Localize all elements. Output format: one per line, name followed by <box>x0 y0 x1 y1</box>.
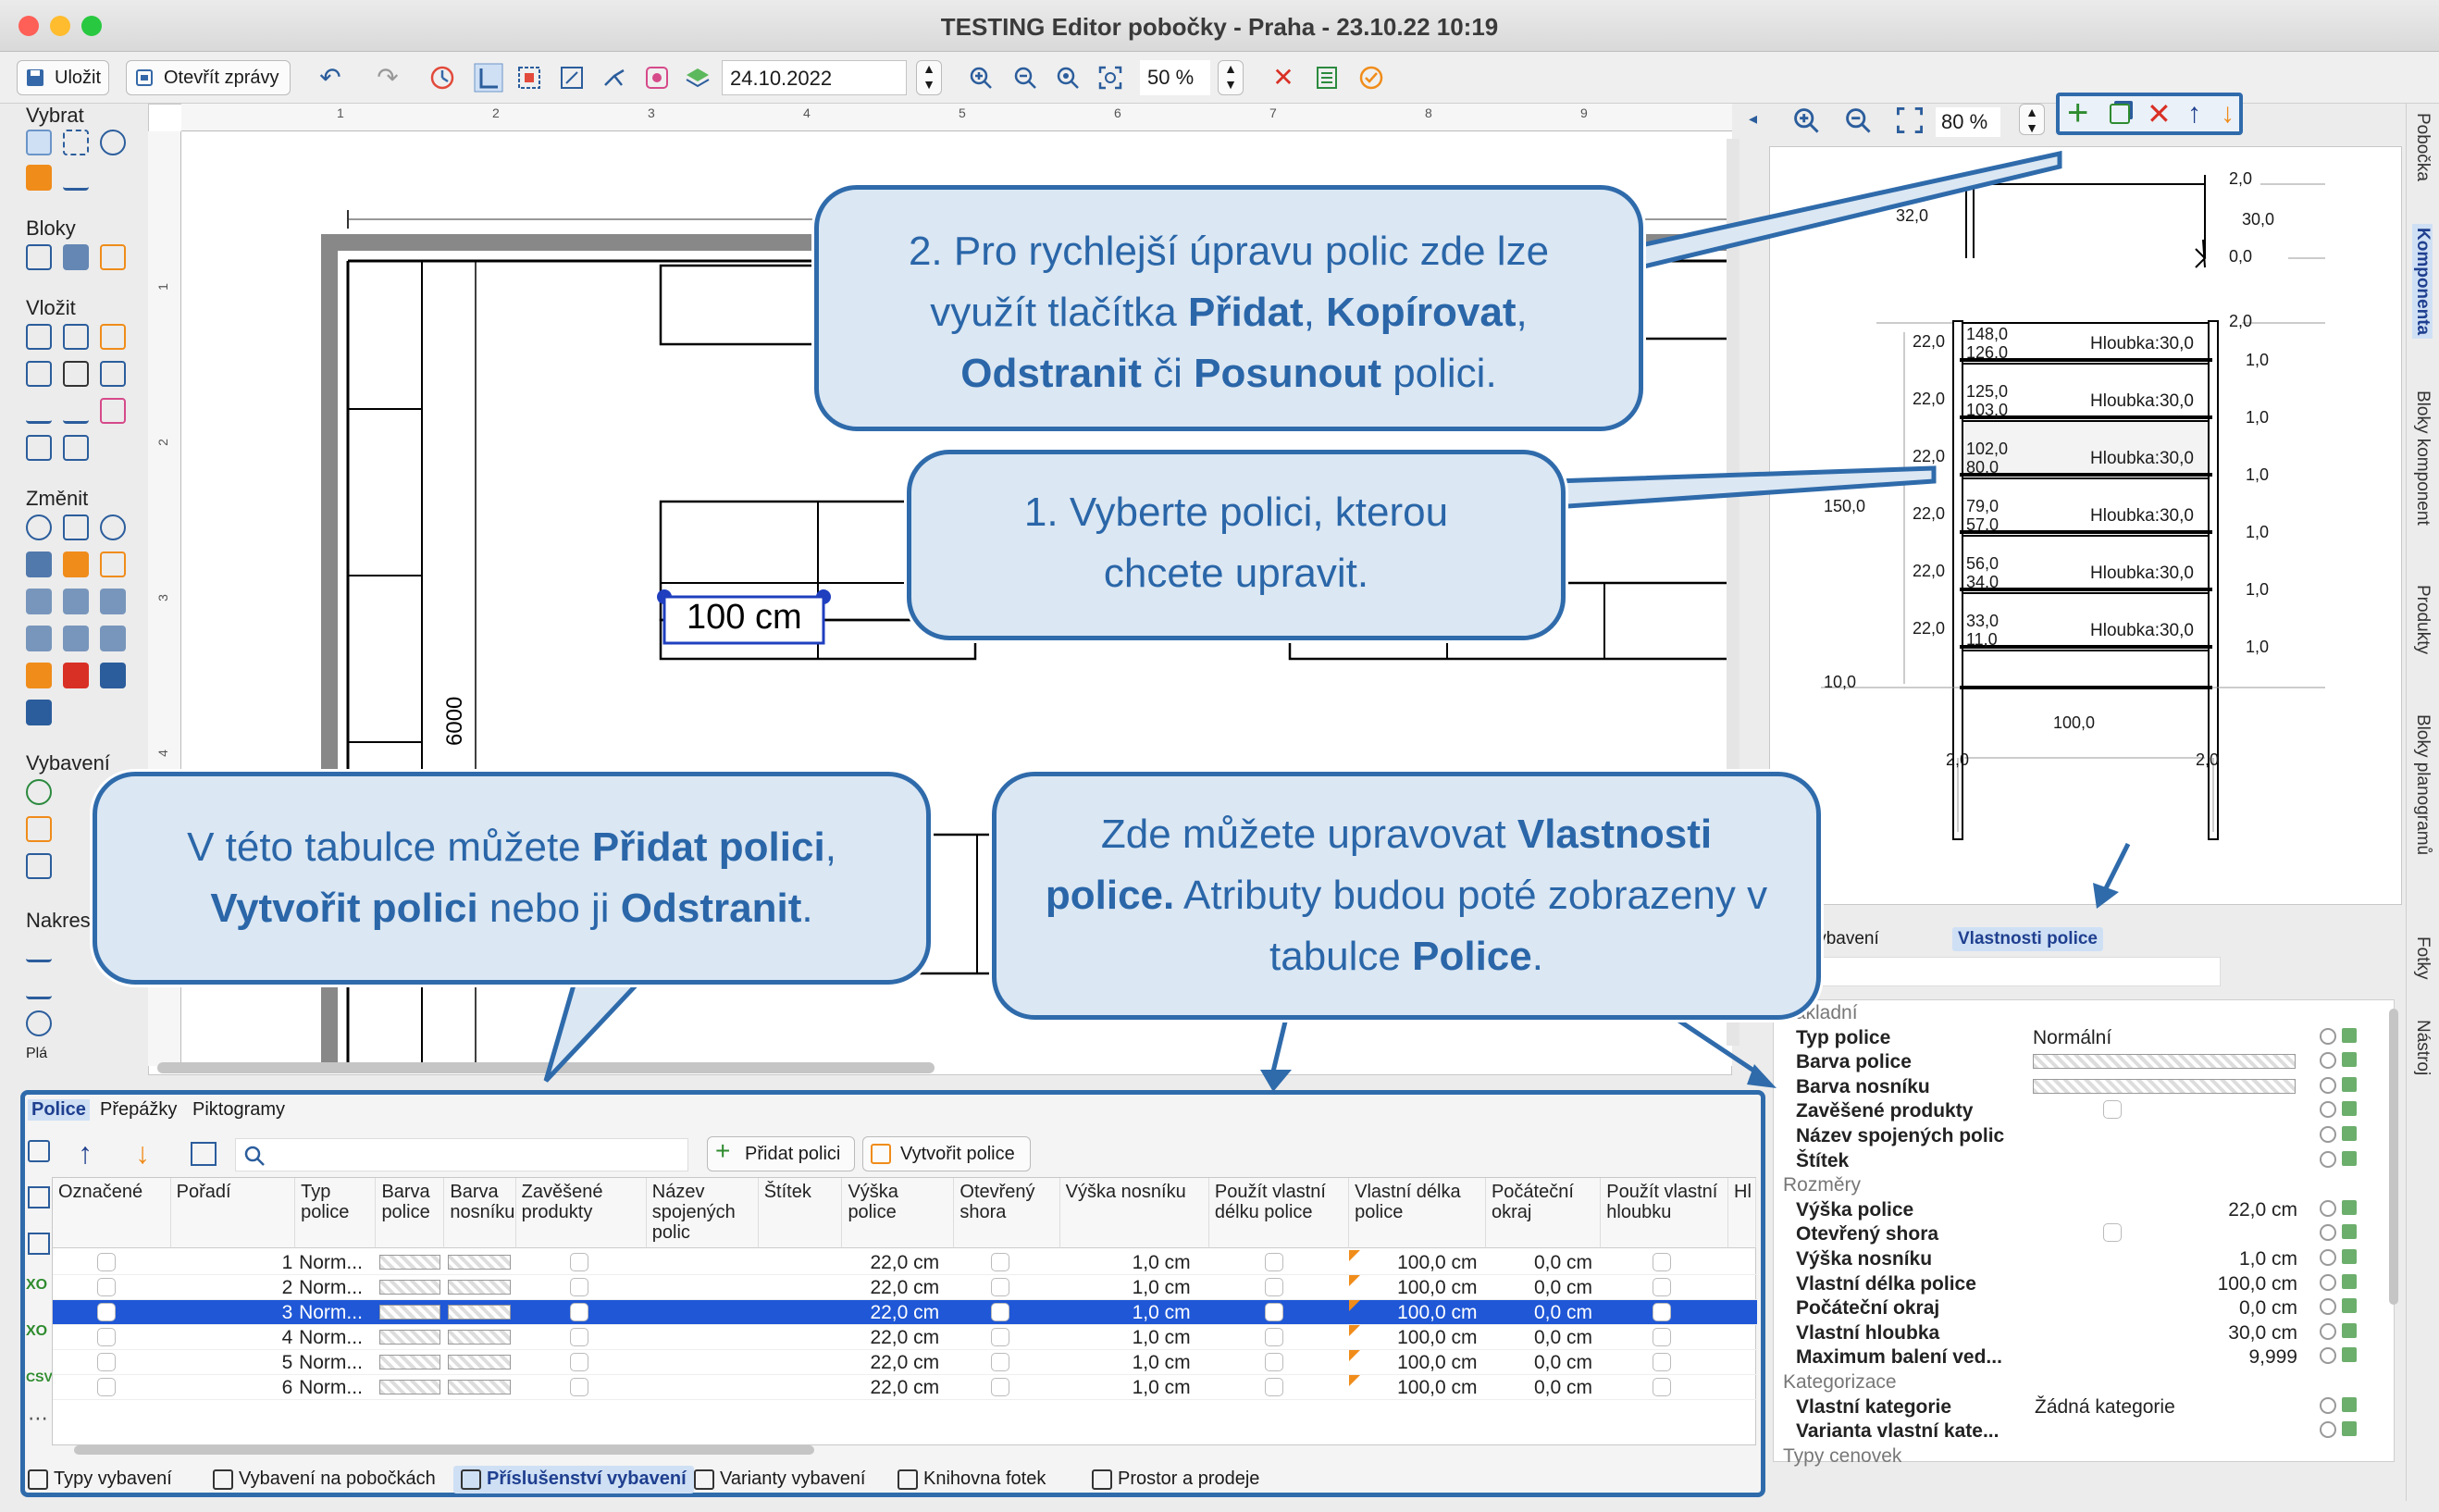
callout-table-actions: V této tabulce můžete Přidat polici, Vyt… <box>93 772 931 985</box>
callout-shelf-actions: 2. Pro rychlejší úpravu polic zde lze vy… <box>814 185 1643 431</box>
callout-select-shelf: 1. Vyberte polici, kterou chcete upravit… <box>907 450 1566 640</box>
callout-shelf-properties: Zde můžete upravovat Vlastnosti police. … <box>992 772 1821 1020</box>
editor-window: TESTING Editor pobočky - Praha - 23.10.2… <box>0 0 2439 1512</box>
